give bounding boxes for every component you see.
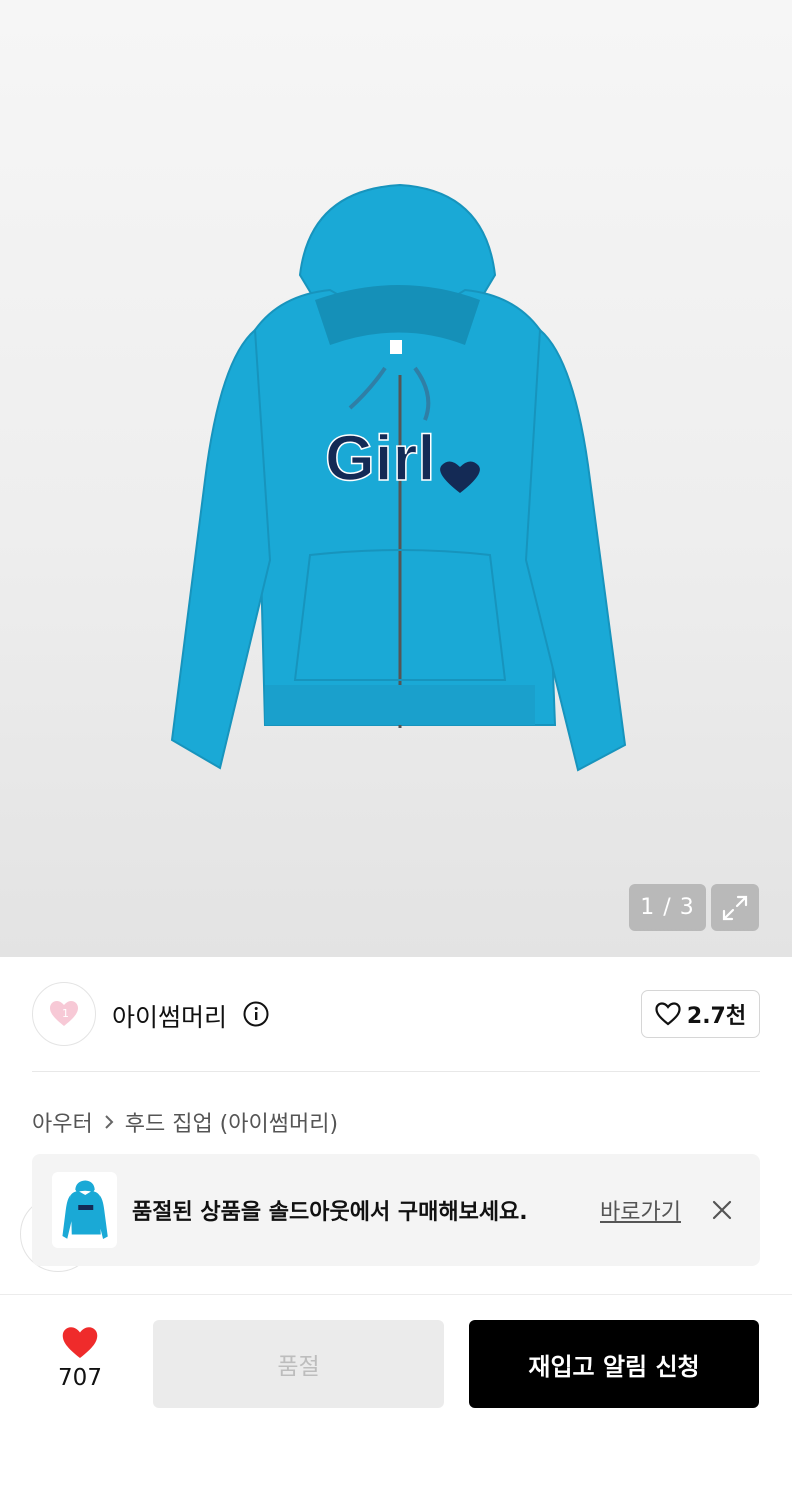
expand-image-button[interactable] [711,884,759,931]
chevron-right-icon [105,1115,114,1129]
brand-logo[interactable]: 1 [32,982,96,1046]
product-image-hoodie[interactable]: Girl [160,180,635,780]
restock-alert-button[interactable]: 재입고 알림 신청 [469,1320,759,1408]
image-page-counter: 1 / 3 [629,884,706,931]
bottom-action-bar: 707 품절 재입고 알림 신청 [0,1294,792,1500]
svg-text:1: 1 [62,1007,69,1020]
brand-name[interactable]: 아이썸머리 [112,998,227,1034]
brand-row: 1 아이썸머리 2.7천 [32,982,760,1046]
breadcrumb-subcategory[interactable]: 후드 집업 (아이썸머리) [125,1106,338,1138]
breadcrumb: 아우터 후드 집업 (아이썸머리) [32,1106,338,1138]
banner-product-thumbnail [52,1172,117,1248]
brand-like-count: 2.7천 [686,1004,747,1029]
info-icon[interactable] [243,1001,269,1027]
product-image-gallery[interactable]: Girl 1 / 3 [0,0,792,957]
section-divider [32,1071,760,1072]
hoodie-thumbnail-icon [61,1180,108,1239]
banner-message: 품절된 상품을 솔드아웃에서 구매해보세요. [132,1200,528,1225]
close-icon[interactable] [708,1196,736,1224]
image-page-counter-text: 1 / 3 [640,895,695,920]
expand-icon [722,895,748,920]
wishlist-count: 707 [58,1365,102,1391]
brand-heart-logo: 1 [50,1001,78,1026]
hoodie-print-text: Girl [325,422,435,494]
heart-outline-icon [655,1002,681,1026]
heart-filled-icon [62,1327,98,1358]
banner-shortcut-link[interactable]: 바로가기 [600,1194,681,1226]
brand-like-button[interactable]: 2.7천 [641,990,760,1038]
soldout-button: 품절 [153,1320,444,1408]
soldout-banner[interactable]: 품절된 상품을 솔드아웃에서 구매해보세요. 바로가기 [32,1154,760,1266]
wishlist-button[interactable]: 707 [40,1325,120,1401]
breadcrumb-category[interactable]: 아우터 [32,1106,93,1138]
